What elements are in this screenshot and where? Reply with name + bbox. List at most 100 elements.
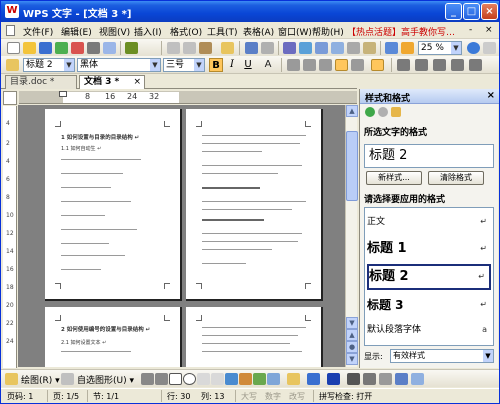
insert-table-icon[interactable] (331, 42, 344, 54)
show-marks-icon[interactable] (401, 42, 414, 54)
align-right-icon[interactable] (319, 59, 332, 71)
clear-format-button[interactable]: 清除格式 (428, 171, 484, 185)
doc-minimize-button[interactable]: - (469, 25, 472, 35)
dash-style-icon[interactable] (363, 373, 376, 385)
wordart-icon[interactable] (225, 373, 238, 385)
styles-pane-icon[interactable] (6, 59, 19, 71)
format-painter-icon[interactable] (221, 42, 234, 54)
numbering-icon[interactable] (397, 59, 410, 71)
border-icon[interactable] (469, 59, 482, 71)
ruler-tab-selector[interactable] (3, 91, 17, 105)
export-icon[interactable] (55, 42, 68, 54)
style-item-normal[interactable]: 正文 ↵ (367, 212, 491, 232)
pane-close-icon[interactable]: × (487, 90, 495, 101)
hyperlink-icon[interactable] (299, 42, 312, 54)
pane-back-icon[interactable] (365, 107, 375, 117)
spellcheck-icon[interactable] (125, 42, 138, 54)
zoom-select[interactable]: 25 % ▼ (418, 41, 462, 55)
page-3[interactable]: 2 如何使用编号的设置与目录结构 ↵ 2.1 如何设置文本 ↵ (45, 307, 182, 367)
show-select[interactable]: 有效样式 ▼ (390, 349, 494, 363)
status-overwrite[interactable]: 改写 (289, 391, 305, 402)
line-color-icon[interactable] (307, 373, 320, 385)
vertical-textbox-icon[interactable] (211, 373, 224, 385)
indent-marker[interactable] (59, 91, 67, 97)
tab-catalog-doc[interactable]: 目录.doc * (5, 75, 77, 89)
ellipse-icon[interactable] (183, 373, 196, 385)
formula-icon[interactable] (283, 42, 296, 54)
copy-icon[interactable] (183, 42, 196, 54)
pane-forward-icon[interactable] (378, 107, 388, 117)
italic-button[interactable]: I (225, 58, 239, 72)
decrease-indent-icon[interactable] (433, 59, 446, 71)
horizontal-ruler[interactable]: 8 16 24 32 (19, 91, 357, 104)
status-num[interactable]: 数字 (265, 391, 281, 402)
menu-help[interactable]: 帮助(H) (312, 25, 344, 38)
line-style-icon[interactable] (347, 373, 360, 385)
picture-icon[interactable] (267, 373, 280, 385)
vertical-scrollbar[interactable]: ▲ ▼ ▲ ● ▼ (345, 105, 358, 367)
document-canvas[interactable]: 1 如何设置与目录的目录结构 ↵ 1.1 如何自动生 ↵ 2 如何使用编号的设置… (18, 105, 345, 367)
print-preview-icon[interactable] (103, 42, 116, 54)
vertical-ruler[interactable]: 4 2 4 6 8 10 12 14 16 18 20 22 24 (3, 106, 17, 368)
page-1[interactable]: 1 如何设置与目录的目录结构 ↵ 1.1 如何自动生 ↵ (45, 109, 182, 301)
menu-tools[interactable]: 工具(T) (207, 25, 238, 38)
drawing-icon[interactable] (363, 42, 376, 54)
arrow-style-icon[interactable] (379, 373, 392, 385)
new-style-button[interactable]: 新样式... (366, 171, 422, 185)
scroll-thumb[interactable] (346, 131, 358, 201)
doc-close-button[interactable]: × (485, 25, 493, 35)
bullets-icon[interactable] (415, 59, 428, 71)
title-bar[interactable]: W WPS 文字 - [文档 3 *] _ □ × (1, 1, 499, 22)
previous-page-icon[interactable]: ▲ (346, 329, 358, 341)
style-item-heading-2[interactable]: 标题 2 ↵ (367, 264, 491, 290)
3d-icon[interactable] (411, 373, 424, 385)
minimize-button[interactable]: _ (445, 3, 462, 20)
select-objects-icon[interactable] (61, 373, 74, 385)
textbox-icon[interactable] (197, 373, 210, 385)
fill-color-icon[interactable] (287, 373, 300, 385)
font-color-draw-icon[interactable] (327, 373, 340, 385)
clipart-icon[interactable] (253, 373, 266, 385)
scroll-up-icon[interactable]: ▲ (346, 105, 358, 117)
align-left-icon[interactable] (287, 59, 300, 71)
scroll-down-icon[interactable]: ▼ (346, 317, 358, 329)
increase-indent-icon[interactable] (451, 59, 464, 71)
bold-button[interactable]: B (209, 58, 223, 72)
pdf-icon[interactable] (71, 42, 84, 54)
style-item-heading-1[interactable]: 标题 1 ↵ (367, 236, 491, 262)
line-icon[interactable] (141, 373, 154, 385)
doc-map-icon[interactable] (385, 42, 398, 54)
maximize-button[interactable]: □ (463, 3, 480, 20)
line-spacing-icon[interactable] (371, 59, 384, 71)
toolbar-options-icon[interactable] (483, 42, 496, 54)
next-page-icon[interactable]: ▼ (346, 353, 358, 365)
cut-icon[interactable] (167, 42, 180, 54)
page-2[interactable] (186, 109, 323, 301)
menu-insert[interactable]: 插入(I) (134, 25, 162, 38)
close-button[interactable]: × (481, 3, 498, 20)
draw-menu-button[interactable]: 绘图(R) ▾ (21, 373, 60, 386)
menu-file[interactable]: 文件(F) (23, 25, 53, 38)
shadow-icon[interactable] (395, 373, 408, 385)
print-icon[interactable] (87, 42, 100, 54)
menu-table[interactable]: 表格(A) (243, 25, 274, 38)
rectangle-icon[interactable] (169, 373, 182, 385)
save-icon[interactable] (39, 42, 52, 54)
autoshapes-menu-button[interactable]: 自选图形(U) ▾ (77, 373, 134, 386)
font-size-select[interactable]: 三号 ▼ (163, 58, 205, 72)
open-folder-icon[interactable] (23, 42, 36, 54)
style-select[interactable]: 标题 2 ▼ (23, 58, 75, 72)
style-item-default-paragraph-font[interactable]: 默认段落字体 a (367, 320, 491, 340)
status-caps[interactable]: 大写 (241, 391, 257, 402)
browse-object-icon[interactable]: ● (346, 341, 358, 353)
align-center-icon[interactable] (303, 59, 316, 71)
pane-home-icon[interactable] (391, 107, 401, 117)
paste-icon[interactable] (199, 42, 212, 54)
menu-window[interactable]: 窗口(W) (278, 25, 312, 38)
tab-close-icon[interactable]: × (133, 76, 141, 88)
columns-icon[interactable] (347, 42, 360, 54)
promo-link[interactable]: 【热点活题】高手教你写… (347, 25, 455, 38)
tab-document-3[interactable]: 文档 3 * × (79, 75, 145, 89)
menu-format[interactable]: 格式(O) (170, 25, 202, 38)
new-document-icon[interactable] (7, 42, 20, 54)
